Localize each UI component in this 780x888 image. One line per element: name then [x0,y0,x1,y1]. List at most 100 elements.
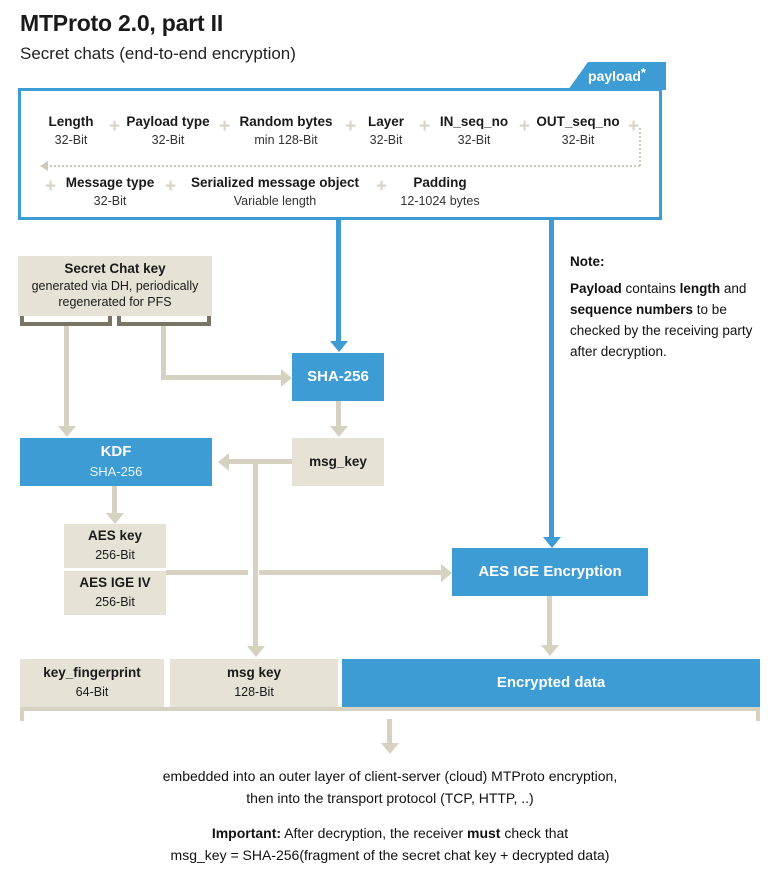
footer-important-label: Important: [211,825,282,841]
arrow-msg-key-to-kdf-icon [218,453,229,471]
payload-field-layer: Layer 32-Bit [360,114,412,147]
footer-important-text-1: After decryption, the receiver [281,825,468,841]
connector-msg-key-down-to-output [253,459,258,649]
field-name: IN_seq_no [439,114,509,129]
connector-sha256-to-msg-key [336,401,341,429]
payload-field-random-bytes: Random bytes min 128-Bit [234,114,338,147]
plus-icon: + [419,116,431,137]
node-subtitle-1: generated via DH, periodically [31,278,199,293]
bracket-secret-key-right [117,316,211,326]
field-size: 32-Bit [369,133,403,147]
node-aes-ige-iv: AES IGE IV 256-Bit [64,571,166,615]
arrow-msg-key-to-output-icon [247,646,265,657]
node-label: SHA-256 [307,367,369,385]
field-name: Padding [413,175,467,190]
field-name: Payload type [126,114,210,129]
arrow-secret-key-to-kdf-icon [58,426,76,437]
field-name: Random bytes [239,114,333,129]
note-bold-payload: Payload [570,280,622,296]
node-secret-chat-key: Secret Chat key generated via DH, period… [18,256,212,316]
field-size: 32-Bit [93,194,127,208]
arrow-secret-key-to-sha256-icon [281,369,292,387]
footer-line-1: embedded into an outer layer of client-s… [162,768,618,784]
connector-aes-keys-to-encryption-a [166,570,248,575]
field-size: 12-1024 bytes [400,194,480,208]
plus-icon: + [109,116,121,137]
node-title: Secret Chat key [64,260,166,276]
payload-field-padding: Padding 12-1024 bytes [392,175,488,208]
node-sha256: SHA-256 [292,353,384,401]
node-label: AES IGE Encryption [478,562,622,580]
connector-encryption-to-encrypted-data [547,596,552,648]
payload-wrap-line-vertical [639,128,641,166]
payload-field-out-seq-no: OUT_seq_no 32-Bit [532,114,624,147]
payload-tab-label: payload [588,68,641,84]
field-size: min 128-Bit [254,133,318,147]
node-label: AES IGE IV [79,575,151,591]
connector-payload-to-sha256 [336,220,341,345]
node-label: msg_key [309,453,367,469]
note-block: Note: Payload contains length and sequen… [570,252,770,363]
arrow-payload-to-sha256-icon [330,341,348,352]
plus-icon: + [165,176,177,197]
connector-aes-keys-to-encryption-b [259,570,445,575]
payload-field-length: Length 32-Bit [40,114,102,147]
node-label: key_fingerprint [43,665,141,681]
arrow-encryption-to-encrypted-data-icon [541,645,559,656]
arrow-kdf-to-aes-key-icon [106,513,124,524]
payload-field-in-seq-no: IN_seq_no 32-Bit [434,114,514,147]
footer-line-2: then into the transport protocol (TCP, H… [246,790,534,806]
footer-important-line: Important: After decryption, the receive… [0,823,780,844]
arrow-aes-keys-to-encryption-icon [441,564,452,582]
connector-kdf-to-aes-key [112,486,117,516]
node-sublabel: SHA-256 [89,463,143,479]
page-title: MTProto 2.0, part II [20,10,224,36]
node-key-fingerprint: key_fingerprint 64-Bit [20,659,164,707]
footer-important-bold-must: must [467,825,501,841]
connector-secret-key-to-sha256-vertical [161,326,166,378]
node-label: AES key [87,528,143,544]
node-aes-ige-encryption: AES IGE Encryption [452,548,648,596]
payload-tab: payload * [568,62,666,90]
node-encrypted-data: Encrypted data [342,659,760,707]
field-name: Length [48,114,94,129]
payload-wrap-line-horizontal [46,165,640,167]
note-text-2: and [720,280,747,296]
node-kdf: KDF SHA-256 [20,438,212,486]
bracket-secret-key-left [20,316,112,326]
node-size: 256-Bit [95,548,135,563]
field-name: OUT_seq_no [536,114,620,129]
connector-payload-to-aes-encryption [549,220,554,540]
field-size: 32-Bit [151,133,185,147]
page-subtitle: Secret chats (end-to-end encryption) [20,44,296,63]
note-text-1: contains [621,280,680,296]
node-msg-key: msg_key [292,438,384,486]
plus-icon: + [376,176,388,197]
field-size: 32-Bit [54,133,88,147]
footer-important-text-2: check that [500,825,569,841]
payload-field-serialized-message-object: Serialized message object Variable lengt… [182,175,368,208]
connector-secret-key-to-kdf [64,326,69,430]
connector-secret-key-to-sha256-horizontal [161,375,285,380]
footer-formula: msg_key = SHA-256(fragment of the secret… [170,847,610,863]
plus-icon: + [519,116,531,137]
note-bold-length: length [679,280,721,296]
connector-output-to-footer [387,719,392,746]
connector-msg-key-to-kdf [229,459,292,464]
plus-icon: + [345,116,357,137]
note-bold-sequence-numbers: sequence numbers [570,301,694,317]
payload-wrap-arrow-icon [40,161,48,171]
node-label: Encrypted data [496,673,606,691]
field-size: 32-Bit [457,133,491,147]
arrow-payload-to-aes-encryption-icon [543,537,561,548]
field-name: Message type [65,175,155,190]
plus-icon: + [628,116,640,137]
node-label: msg key [226,665,282,681]
node-subtitle-2: regenerated for PFS [58,295,172,310]
diagram-canvas: MTProto 2.0, part II Secret chats (end-t… [0,0,780,888]
field-name: Serialized message object [190,175,360,190]
plus-icon: + [219,116,231,137]
field-size: 32-Bit [561,133,595,147]
field-size: Variable length [233,194,317,208]
node-size: 256-Bit [95,595,135,610]
